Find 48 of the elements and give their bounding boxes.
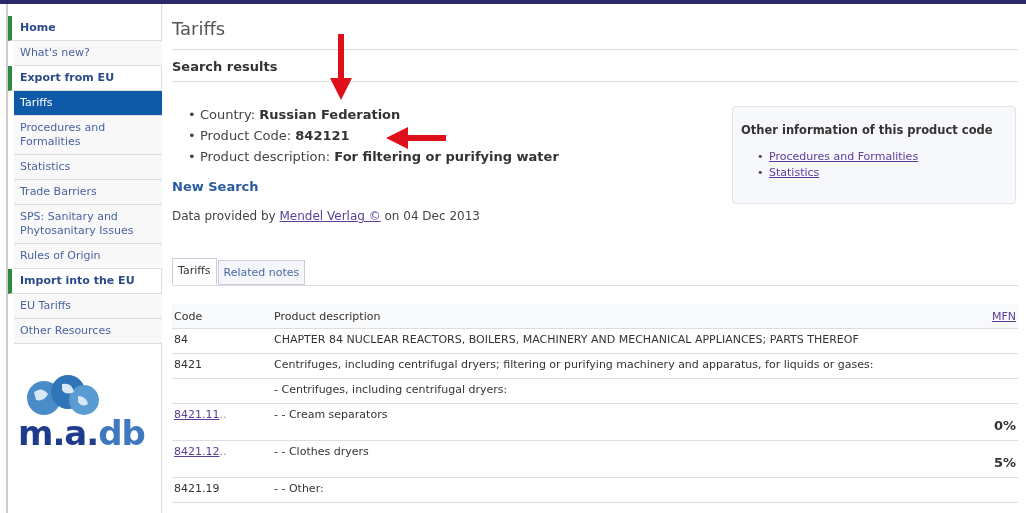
bullet: • — [757, 165, 765, 181]
fact-item: Product Code: 842121 — [200, 127, 350, 145]
rate-cell: 5% — [993, 455, 1016, 470]
source-link[interactable]: Mendel Verlag © — [279, 209, 381, 223]
table-cell: - - Clothes dryers — [274, 445, 369, 458]
sidebar-item[interactable]: Tariffs — [14, 91, 162, 116]
bullet: • — [188, 106, 197, 124]
logo-text: m.a.db — [18, 418, 145, 448]
table-cell: 8421 — [174, 358, 202, 371]
bullet: • — [188, 127, 197, 145]
bullet: • — [188, 148, 197, 166]
info-link[interactable]: Procedures and Formalities — [769, 149, 919, 165]
page-title: Tariffs — [172, 18, 227, 39]
column-header: Product description — [272, 304, 974, 329]
tab[interactable]: Tariffs — [172, 258, 217, 285]
table-cell: - Centrifuges, including centrifugal dryers: — [274, 383, 508, 396]
globe-icon — [24, 374, 102, 418]
source-note: Data provided by Mendel Verlag © on 04 Dec 2013 — [172, 209, 481, 223]
sidebar-item[interactable]: Procedures and Formalities — [14, 116, 162, 155]
table-cell: - - Other: — [274, 482, 324, 495]
sidebar-item[interactable]: Other Resources — [14, 319, 162, 344]
more-marker: .. — [219, 408, 227, 421]
sidebar-item[interactable]: Statistics — [14, 155, 162, 180]
info-link[interactable]: Statistics — [769, 165, 820, 181]
sidebar-item[interactable]: Rules of Origin — [14, 244, 162, 269]
fact-item: Product description: For filtering or purifying water — [200, 148, 559, 166]
annotation-arrow — [330, 34, 352, 100]
code-link[interactable]: 8421.11 — [174, 408, 220, 421]
section-heading: Search results — [172, 49, 1018, 82]
code-link[interactable]: 8421.12 — [174, 445, 220, 458]
table-cell: 84 — [174, 333, 188, 346]
sidebar-item[interactable]: Trade Barriers — [14, 180, 162, 205]
column-header: Code — [172, 304, 272, 329]
fact-item: Country: Russian Federation — [200, 106, 401, 124]
sidebar-item[interactable]: EU Tariffs — [14, 294, 162, 319]
more-marker: .. — [219, 445, 227, 458]
sidebar-item[interactable]: What's new? — [14, 41, 162, 66]
table-cell: CHAPTER 84 NUCLEAR REACTORS, BOILERS, MACHINERY AND MECHANICAL APPLIANCES; PARTS THEREOF — [274, 333, 859, 346]
rate-cell: 0% — [993, 418, 1016, 433]
tab[interactable]: Related notes — [217, 260, 306, 285]
table-cell: - - Cream separators — [274, 408, 388, 421]
sidebar-item[interactable]: SPS: Sanitary and Phytosanitary Issues — [14, 205, 162, 244]
bullet: • — [757, 149, 765, 165]
table-cell: Centrifuges, including centrifugal dryers; filtering or purifying machinery and apparatus, for liquids or gases: — [274, 358, 874, 371]
panel-title: Other information of this product code — [741, 123, 994, 137]
annotation-arrow — [386, 127, 446, 149]
new-search-link[interactable]: New Search — [172, 179, 259, 194]
table-cell: 8421.19 — [174, 482, 220, 495]
